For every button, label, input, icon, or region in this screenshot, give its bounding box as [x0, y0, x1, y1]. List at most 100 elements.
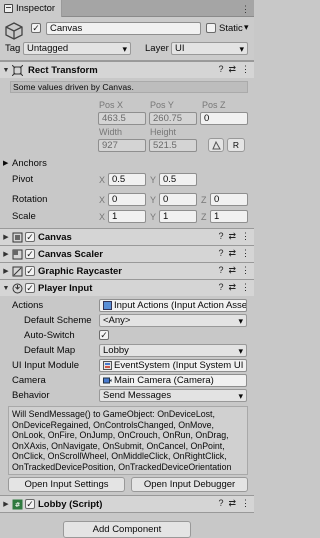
pos-z-label: Pos Z	[202, 100, 226, 110]
inspector-tab[interactable]: Inspector	[0, 0, 62, 17]
canvas-enabled-checkbox[interactable]: ✓	[25, 232, 35, 242]
open-input-debugger-button[interactable]: Open Input Debugger	[131, 477, 248, 492]
width-value: 927	[102, 140, 118, 151]
ui-input-module-label: UI Input Module	[12, 360, 80, 371]
foldout-arrow-icon[interactable]: ▶	[2, 233, 10, 241]
pos-x-value: 463.5	[102, 113, 126, 124]
anchors-foldout-arrow-icon[interactable]: ▶	[3, 159, 8, 167]
rot-x-field[interactable]: 0	[108, 193, 146, 206]
rect-transform-header[interactable]: ▼ Rect Transform ? ⇄ ⋮	[0, 62, 254, 78]
anchors-label: Anchors	[12, 158, 47, 169]
pos-y-field: 260.75	[149, 112, 197, 125]
height-field: 521.5	[149, 139, 197, 152]
auto-switch-checkbox[interactable]: ✓	[99, 330, 109, 340]
preset-icon[interactable]: ⇄	[228, 282, 236, 293]
blueprint-mode-button[interactable]	[208, 138, 224, 152]
actions-field[interactable]: Input Actions (Input Action Asset)	[99, 299, 247, 312]
width-field: 927	[98, 139, 146, 152]
preset-icon[interactable]: ⇄	[228, 64, 236, 75]
help-icon[interactable]: ?	[218, 248, 223, 259]
help-icon[interactable]: ?	[218, 231, 223, 242]
gameobject-active-checkbox[interactable]: ✓	[31, 23, 41, 33]
layer-dropdown[interactable]: UI	[171, 42, 248, 55]
actions-value: Input Actions (Input Action Asset)	[114, 300, 247, 311]
open-input-settings-button[interactable]: Open Input Settings	[8, 477, 125, 492]
rect-transform-icon	[12, 64, 23, 76]
rot-z-field[interactable]: 0	[210, 193, 248, 206]
raw-edit-r-button[interactable]: R	[227, 138, 245, 152]
preset-icon[interactable]: ⇄	[228, 231, 236, 242]
ui-input-module-row: UI Input Module EventSystem (Input Syste…	[0, 358, 254, 373]
default-scheme-dropdown[interactable]: <Any>	[99, 314, 247, 327]
canvas-scaler-icon	[12, 249, 23, 259]
tag-dropdown[interactable]: Untagged	[23, 42, 131, 55]
canvas-scaler-enabled-checkbox[interactable]: ✓	[25, 249, 35, 259]
pos-z-field[interactable]: 0	[200, 112, 248, 125]
graphic-raycaster-header[interactable]: ▶ ✓ Graphic Raycaster ? ⇄ ⋮	[0, 263, 254, 279]
gameobject-name-field[interactable]: Canvas	[46, 22, 201, 35]
component-menu-icon[interactable]: ⋮	[241, 265, 250, 276]
help-icon[interactable]: ?	[218, 282, 223, 293]
player-input-enabled-checkbox[interactable]: ✓	[25, 283, 35, 293]
camera-row: Camera Main Camera (Camera)	[0, 373, 254, 388]
auto-switch-label: Auto-Switch	[24, 330, 75, 341]
scale-z-label: Z	[201, 212, 207, 222]
foldout-arrow-icon[interactable]: ▶	[2, 500, 10, 508]
scale-x-value: 1	[112, 211, 118, 222]
foldout-arrow-icon[interactable]: ▼	[2, 67, 10, 74]
lobby-script-header[interactable]: ▶ # ✓ Lobby (Script) ? ⇄ ⋮	[0, 496, 254, 512]
camera-field[interactable]: Main Camera (Camera)	[99, 374, 247, 387]
foldout-arrow-icon[interactable]: ▼	[2, 285, 10, 292]
scale-y-field[interactable]: 1	[159, 210, 197, 223]
foldout-arrow-icon[interactable]: ▶	[2, 267, 10, 275]
open-input-settings-label: Open Input Settings	[24, 479, 109, 490]
pivot-y-field[interactable]: 0.5	[159, 173, 197, 186]
add-component-label: Add Component	[92, 524, 162, 535]
player-input-icon	[12, 283, 23, 293]
canvas-scaler-header[interactable]: ▶ ✓ Canvas Scaler ? ⇄ ⋮	[0, 246, 254, 262]
static-checkbox[interactable]	[206, 23, 216, 33]
rect-transform-title: Rect Transform	[28, 64, 98, 76]
rot-y-value: 0	[163, 194, 169, 205]
player-input-header[interactable]: ▼ ✓ Player Input ? ⇄ ⋮	[0, 280, 254, 296]
rot-y-field[interactable]: 0	[159, 193, 197, 206]
default-map-value: Lobby	[103, 345, 129, 356]
component-menu-icon[interactable]: ⋮	[241, 248, 250, 259]
tab-menu-icon[interactable]: ⋮	[241, 4, 250, 15]
input-buttons-row: Open Input Settings Open Input Debugger	[8, 477, 248, 492]
rot-z-label: Z	[201, 195, 207, 205]
help-icon[interactable]: ?	[218, 64, 223, 75]
add-component-button[interactable]: Add Component	[63, 521, 191, 538]
scale-z-field[interactable]: 1	[210, 210, 248, 223]
svg-text:#: #	[15, 501, 21, 509]
open-input-debugger-label: Open Input Debugger	[143, 479, 236, 490]
ui-input-module-field[interactable]: EventSystem (Input System UI	[99, 359, 247, 372]
graphic-raycaster-enabled-checkbox[interactable]: ✓	[25, 266, 35, 276]
default-map-dropdown[interactable]: Lobby	[99, 344, 247, 357]
ui-input-module-value: EventSystem (Input System UI	[114, 360, 244, 371]
canvas-component: ▶ ✓ Canvas ? ⇄ ⋮	[0, 228, 254, 245]
component-menu-icon[interactable]: ⋮	[241, 282, 250, 293]
pivot-x-field[interactable]: 0.5	[108, 173, 146, 186]
actions-row: Actions Input Actions (Input Action Asse…	[0, 298, 254, 313]
scale-label: Scale	[12, 211, 36, 222]
driven-note-text: Some values driven by Canvas.	[13, 82, 134, 92]
component-menu-icon[interactable]: ⋮	[241, 64, 250, 75]
help-icon[interactable]: ?	[218, 265, 223, 276]
foldout-arrow-icon[interactable]: ▶	[2, 250, 10, 258]
inspector-tab-label: Inspector	[16, 3, 56, 14]
r-button-label: R	[232, 140, 240, 150]
lobby-script-enabled-checkbox[interactable]: ✓	[25, 499, 35, 509]
pivot-x-value: 0.5	[112, 174, 126, 185]
static-dropdown-icon[interactable]: ▾	[244, 22, 249, 33]
component-menu-icon[interactable]: ⋮	[241, 231, 250, 242]
scale-y-label: Y	[150, 212, 157, 222]
canvas-icon	[12, 232, 23, 242]
behavior-dropdown[interactable]: Send Messages	[99, 389, 247, 402]
scale-x-field[interactable]: 1	[108, 210, 146, 223]
canvas-header[interactable]: ▶ ✓ Canvas ? ⇄ ⋮	[0, 229, 254, 245]
width-label: Width	[99, 127, 123, 137]
preset-icon[interactable]: ⇄	[228, 265, 236, 276]
rot-y-label: Y	[150, 195, 157, 205]
preset-icon[interactable]: ⇄	[228, 248, 236, 259]
